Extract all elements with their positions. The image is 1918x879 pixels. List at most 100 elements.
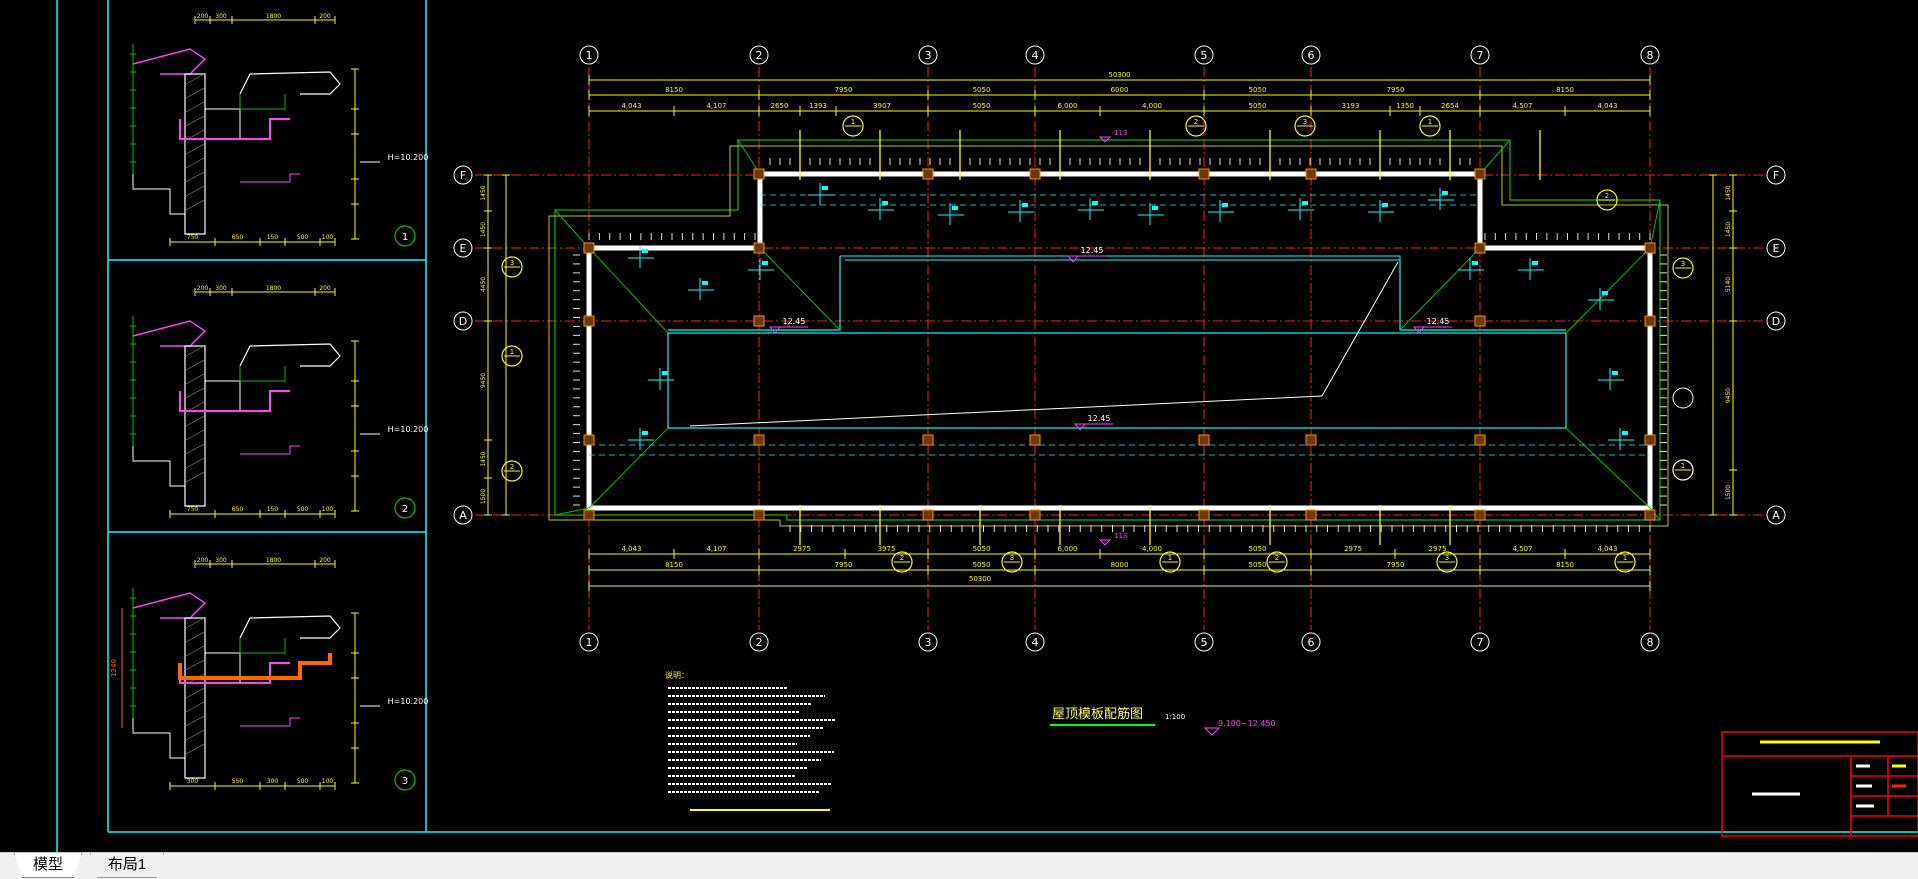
axis-label: A (459, 509, 467, 522)
elevation-text: 12.45 (1427, 317, 1450, 326)
void-edge (840, 255, 1401, 261)
axis-label: 6 (1308, 636, 1315, 649)
detail-lower (132, 446, 185, 487)
dim-text: 7950 (835, 561, 853, 569)
axis-label: 1 (586, 636, 593, 649)
dim-text: 7950 (835, 86, 853, 94)
column (1644, 242, 1656, 254)
leader-line (1321, 261, 1399, 397)
column (1474, 242, 1486, 254)
cad-model-space[interactable]: 200 300 1800 200 750 650 150 500 100 H=10.200 1 200… (0, 0, 1918, 852)
slope-mark (1098, 539, 1112, 546)
dim-text: 4,043 (1597, 102, 1617, 110)
dim-text: 4,507 (1512, 102, 1532, 110)
detail-dim-text: 300 (187, 778, 199, 785)
wall-hatch (185, 171, 205, 183)
rebar-label-mark (1222, 203, 1228, 207)
detail-dim-text: 750 (187, 234, 199, 241)
dim-text: 4,000 (1142, 545, 1162, 553)
layout-tab-bar: 模型 布局1 (0, 852, 1918, 879)
column (922, 509, 934, 521)
column (753, 242, 765, 254)
wall-hatch (185, 743, 205, 755)
axis-label: 4 (1032, 49, 1039, 62)
axis-label: 4 (1032, 636, 1039, 649)
axis-label: D (1772, 315, 1780, 328)
column (1644, 434, 1656, 446)
detail-cap (132, 320, 207, 347)
elevation-mark (1073, 423, 1087, 431)
detail-dim-text: 100 (322, 506, 334, 513)
detail-highlight-beam (178, 653, 332, 680)
axis-label: 1 (586, 49, 593, 62)
column (1029, 434, 1041, 446)
dim-text: 2654 (1441, 102, 1459, 110)
rebar-label-mark (1302, 201, 1308, 205)
dim-text: 8150 (1556, 86, 1574, 94)
rebar-label-mark (1532, 261, 1538, 265)
detail-dim-text: 200 (319, 13, 331, 20)
column (753, 509, 765, 521)
column (1474, 315, 1486, 327)
tab-model[interactable]: 模型 (14, 853, 82, 878)
wall-hatch (185, 73, 205, 85)
wall-hatch (185, 631, 205, 643)
axis-label: 3 (925, 49, 932, 62)
detail-dim-text: 200 (197, 557, 209, 564)
elevation-mark (1066, 255, 1080, 263)
dim-text: 1450 (1725, 185, 1732, 200)
dim-text: 4,107 (706, 545, 726, 553)
detail-dim-text: 550 (232, 778, 244, 785)
column (1198, 434, 1210, 446)
dim-text: 9450 (480, 373, 487, 388)
axis-label: 7 (1477, 636, 1484, 649)
detail-dim-text: 1800 (266, 285, 281, 292)
detail-dim-text: 150 (267, 506, 279, 513)
section-tag-number: 1 (1168, 554, 1172, 562)
ref-bubble (1672, 387, 1694, 409)
axis-label: 2 (756, 636, 763, 649)
rebar-label-mark (1022, 203, 1028, 207)
detail-lower (132, 718, 185, 759)
detail-dim-text: 650 (232, 234, 244, 241)
rebar-label-mark (762, 261, 768, 265)
axis-label: 3 (925, 636, 932, 649)
detail-cap (132, 592, 207, 619)
dim-text: 5140 (1725, 277, 1732, 292)
section-tag-number: 2 (1605, 192, 1609, 200)
rebar-label-mark (1092, 201, 1098, 205)
dim-text: 5050 (973, 102, 991, 110)
plan-scale: 1:100 (1165, 713, 1185, 721)
slab-perimeter (586, 171, 1653, 511)
detail-dim-text: 1800 (266, 557, 281, 564)
detail-gutter (239, 615, 341, 639)
level-range: 9.100~12.450 (1218, 719, 1276, 728)
column (922, 434, 934, 446)
wall-hatch (185, 87, 205, 99)
rebar-label-mark (642, 431, 648, 435)
column (1305, 434, 1317, 446)
detail-dim-text: 750 (187, 506, 199, 513)
detail-dim-text: 500 (297, 778, 309, 785)
overall-dim-text: 50300 (969, 575, 991, 583)
tab-layout1[interactable]: 布局1 (90, 853, 164, 878)
wall-hatch (185, 443, 205, 455)
axis-label: 5 (1201, 636, 1208, 649)
section-tag-number: 2 (510, 463, 514, 471)
wall-hatch (185, 645, 205, 657)
dim-text: 7950 (1387, 86, 1405, 94)
dim-text: 5050 (973, 86, 991, 94)
dim-text: 1450 (480, 185, 487, 200)
rebar-label-mark (822, 186, 828, 190)
rebar-label-mark (1622, 431, 1628, 435)
rebar-label-mark (1612, 371, 1618, 375)
hip-line (588, 247, 669, 334)
dim-text: 6000 (1111, 86, 1129, 94)
dim-text: 4,507 (1512, 545, 1532, 553)
column (1198, 509, 1210, 521)
detail-elevation: H=10.200 (388, 425, 429, 434)
wall-hatch (185, 659, 205, 671)
axis-label: E (1773, 242, 1780, 255)
leader-line (689, 395, 1323, 427)
section-tag-number: 2 (1194, 118, 1198, 126)
